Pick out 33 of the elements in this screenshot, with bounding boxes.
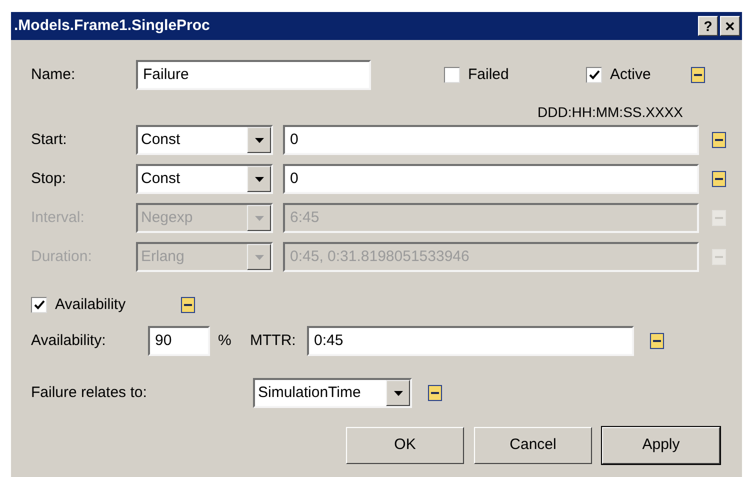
- percent-unit: %: [218, 330, 232, 351]
- dialog-button[interactable]: OK: [346, 427, 464, 464]
- dropdown-arrow-icon: [394, 390, 402, 396]
- field-label: MTTR:: [250, 330, 297, 351]
- value-field[interactable]: 0: [283, 164, 699, 194]
- checkbox-label: Availability: [55, 294, 126, 315]
- dropdown[interactable]: Const: [136, 164, 273, 194]
- field-label: Failure relates to:: [31, 382, 148, 403]
- mttr-field[interactable]: 0:45: [307, 326, 634, 356]
- value-field[interactable]: 0: [283, 125, 699, 155]
- dropdown-arrow-icon: [254, 216, 264, 220]
- close-button[interactable]: ✕: [720, 16, 740, 36]
- dropdown-arrow-icon: [254, 138, 264, 142]
- window-title: .Models.Frame1.SingleProc: [14, 16, 211, 36]
- checkbox-label: Failed: [468, 64, 509, 85]
- checkbox[interactable]: [586, 67, 602, 83]
- field-label: Stop:: [31, 168, 68, 189]
- field-label: Availability:: [31, 330, 107, 351]
- dropdown-arrow-icon: [254, 176, 264, 182]
- field-label: Start:: [31, 130, 68, 150]
- time-format-hint: DDD:HH:MM:SS.XXXX: [538, 103, 683, 122]
- dropdown[interactable]: Const: [136, 125, 273, 155]
- dropdown[interactable]: SimulationTime: [253, 378, 412, 408]
- dropdown-arrow-icon: [254, 254, 264, 260]
- dialog-button[interactable]: Cancel: [474, 427, 592, 464]
- name-field[interactable]: Failure: [136, 60, 371, 90]
- checkbox-label: Active: [610, 64, 651, 85]
- checkbox[interactable]: [31, 297, 47, 313]
- availability-field[interactable]: 90: [148, 326, 210, 356]
- field-label: Name:: [31, 64, 76, 85]
- help-button[interactable]: ?: [698, 16, 718, 36]
- dialog-button[interactable]: Apply: [602, 427, 720, 464]
- checkbox[interactable]: [444, 67, 460, 83]
